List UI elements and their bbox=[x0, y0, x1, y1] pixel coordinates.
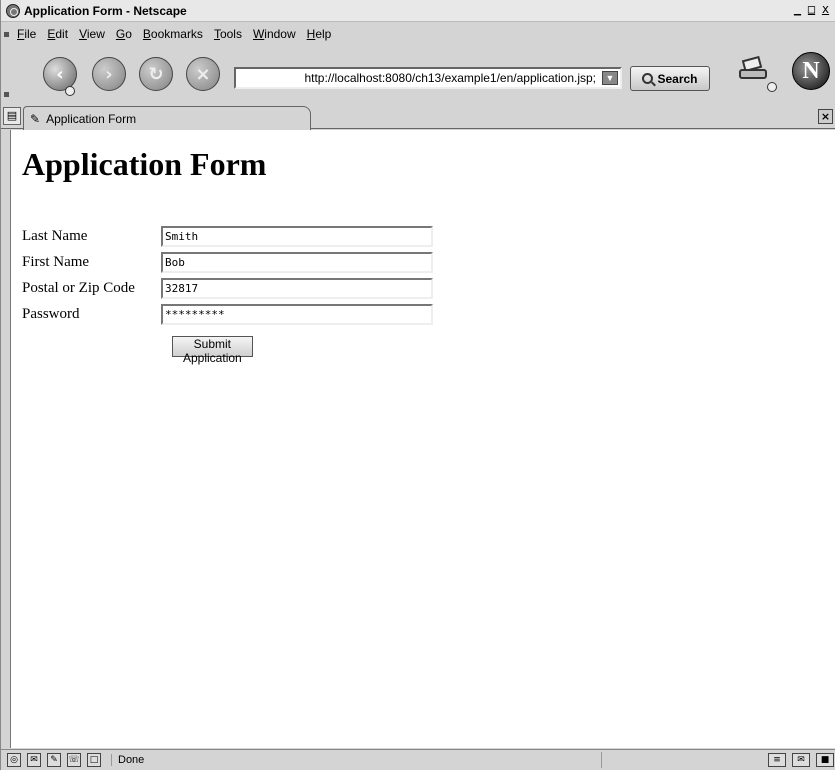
search-button[interactable]: Search bbox=[630, 66, 710, 91]
first-name-row: First Name bbox=[22, 249, 433, 275]
print-icon[interactable] bbox=[739, 55, 769, 84]
password-row: Password bbox=[22, 301, 433, 327]
postal-code-field[interactable] bbox=[161, 277, 433, 299]
url-bar[interactable]: http://localhost:8080/ch13/example1/en/a… bbox=[234, 67, 622, 89]
last-name-row: Last Name bbox=[22, 223, 433, 249]
chat-icon[interactable]: □ bbox=[87, 753, 101, 767]
forward-button[interactable]: › bbox=[92, 57, 126, 91]
page-content: Application Form Last Name First Name Po… bbox=[10, 130, 835, 748]
mail-icon[interactable]: ✉ bbox=[27, 753, 41, 767]
reload-icon: ↻ bbox=[148, 63, 164, 85]
menu-go[interactable]: Go bbox=[116, 27, 132, 41]
browser-window: Application Form - Netscape _ □ x File E… bbox=[0, 0, 835, 770]
menu-tools[interactable]: Tools bbox=[214, 27, 242, 41]
netscape-throbber-icon[interactable]: N bbox=[792, 52, 830, 90]
menu-bar: File Edit View Go Bookmarks Tools Window… bbox=[1, 23, 835, 45]
first-name-field[interactable] bbox=[161, 251, 433, 273]
page-icon: ✎ bbox=[30, 111, 41, 126]
first-name-label: First Name bbox=[22, 253, 90, 270]
close-tab-icon[interactable]: × bbox=[818, 109, 833, 124]
address-book-icon[interactable]: ☏ bbox=[67, 753, 81, 767]
back-history-dropdown-icon[interactable] bbox=[65, 86, 75, 96]
back-arrow-icon: ‹ bbox=[56, 63, 64, 85]
status-divider bbox=[601, 752, 602, 768]
menu-bookmarks[interactable]: Bookmarks bbox=[143, 27, 203, 41]
menu-file[interactable]: File bbox=[17, 27, 36, 41]
password-field[interactable] bbox=[161, 303, 433, 325]
tab-label: Application Form bbox=[46, 111, 137, 126]
search-icon bbox=[642, 73, 654, 84]
postal-code-row: Postal or Zip Code bbox=[22, 275, 433, 301]
last-name-label: Last Name bbox=[22, 227, 88, 244]
new-tab-icon[interactable]: ▤ bbox=[3, 107, 21, 125]
close-button[interactable]: x bbox=[819, 2, 832, 18]
reload-button[interactable]: ↻ bbox=[139, 57, 173, 91]
netscape-app-icon bbox=[6, 3, 20, 18]
navigator-icon[interactable]: ◎ bbox=[7, 753, 21, 767]
menu-window[interactable]: Window bbox=[253, 27, 296, 41]
menubar-grip-icon[interactable] bbox=[4, 31, 9, 37]
page-heading: Application Form bbox=[22, 146, 267, 182]
menu-view[interactable]: View bbox=[79, 27, 105, 41]
composer-icon[interactable]: ✎ bbox=[47, 753, 61, 767]
navigation-toolbar: ‹ › ↻ × http://localhost:8080/ch13/examp… bbox=[1, 46, 835, 104]
stop-button[interactable]: × bbox=[186, 57, 220, 91]
url-text: http://localhost:8080/ch13/example1/en/a… bbox=[304, 71, 596, 85]
menu-help[interactable]: Help bbox=[307, 27, 332, 41]
status-text: Done bbox=[111, 754, 551, 766]
forward-arrow-icon: › bbox=[105, 63, 113, 85]
url-dropdown-icon[interactable]: ▼ bbox=[602, 71, 618, 85]
window-controls: _ □ x bbox=[791, 2, 832, 18]
last-name-field[interactable] bbox=[161, 225, 433, 247]
status-indicators: ≡ ✉ ■ bbox=[768, 753, 834, 767]
stop-icon: × bbox=[195, 63, 211, 85]
minimize-button[interactable]: _ bbox=[791, 2, 804, 18]
submit-application-button[interactable]: Submit Application bbox=[172, 336, 253, 365]
print-dropdown-icon[interactable] bbox=[767, 82, 777, 92]
popup-blocker-icon[interactable]: ✉ bbox=[792, 753, 810, 767]
maximize-button[interactable]: □ bbox=[805, 2, 818, 18]
postal-code-label: Postal or Zip Code bbox=[22, 279, 135, 296]
toolbar-grip-icon[interactable] bbox=[4, 92, 9, 97]
status-bar: ◎ ✉ ✎ ☏ □ Done ≡ ✉ ■ bbox=[1, 749, 835, 770]
menu-edit[interactable]: Edit bbox=[47, 27, 68, 41]
password-label: Password bbox=[22, 305, 80, 322]
title-bar: Application Form - Netscape _ □ x bbox=[1, 0, 835, 22]
search-button-label: Search bbox=[657, 71, 698, 86]
online-status-icon[interactable]: ≡ bbox=[768, 753, 786, 767]
tab-bar: ▤ ✎ Application Form × bbox=[1, 105, 835, 130]
window-title: Application Form - Netscape bbox=[24, 3, 187, 18]
security-lock-icon[interactable]: ■ bbox=[816, 753, 834, 767]
tab-application-form[interactable]: ✎ Application Form bbox=[23, 106, 311, 130]
